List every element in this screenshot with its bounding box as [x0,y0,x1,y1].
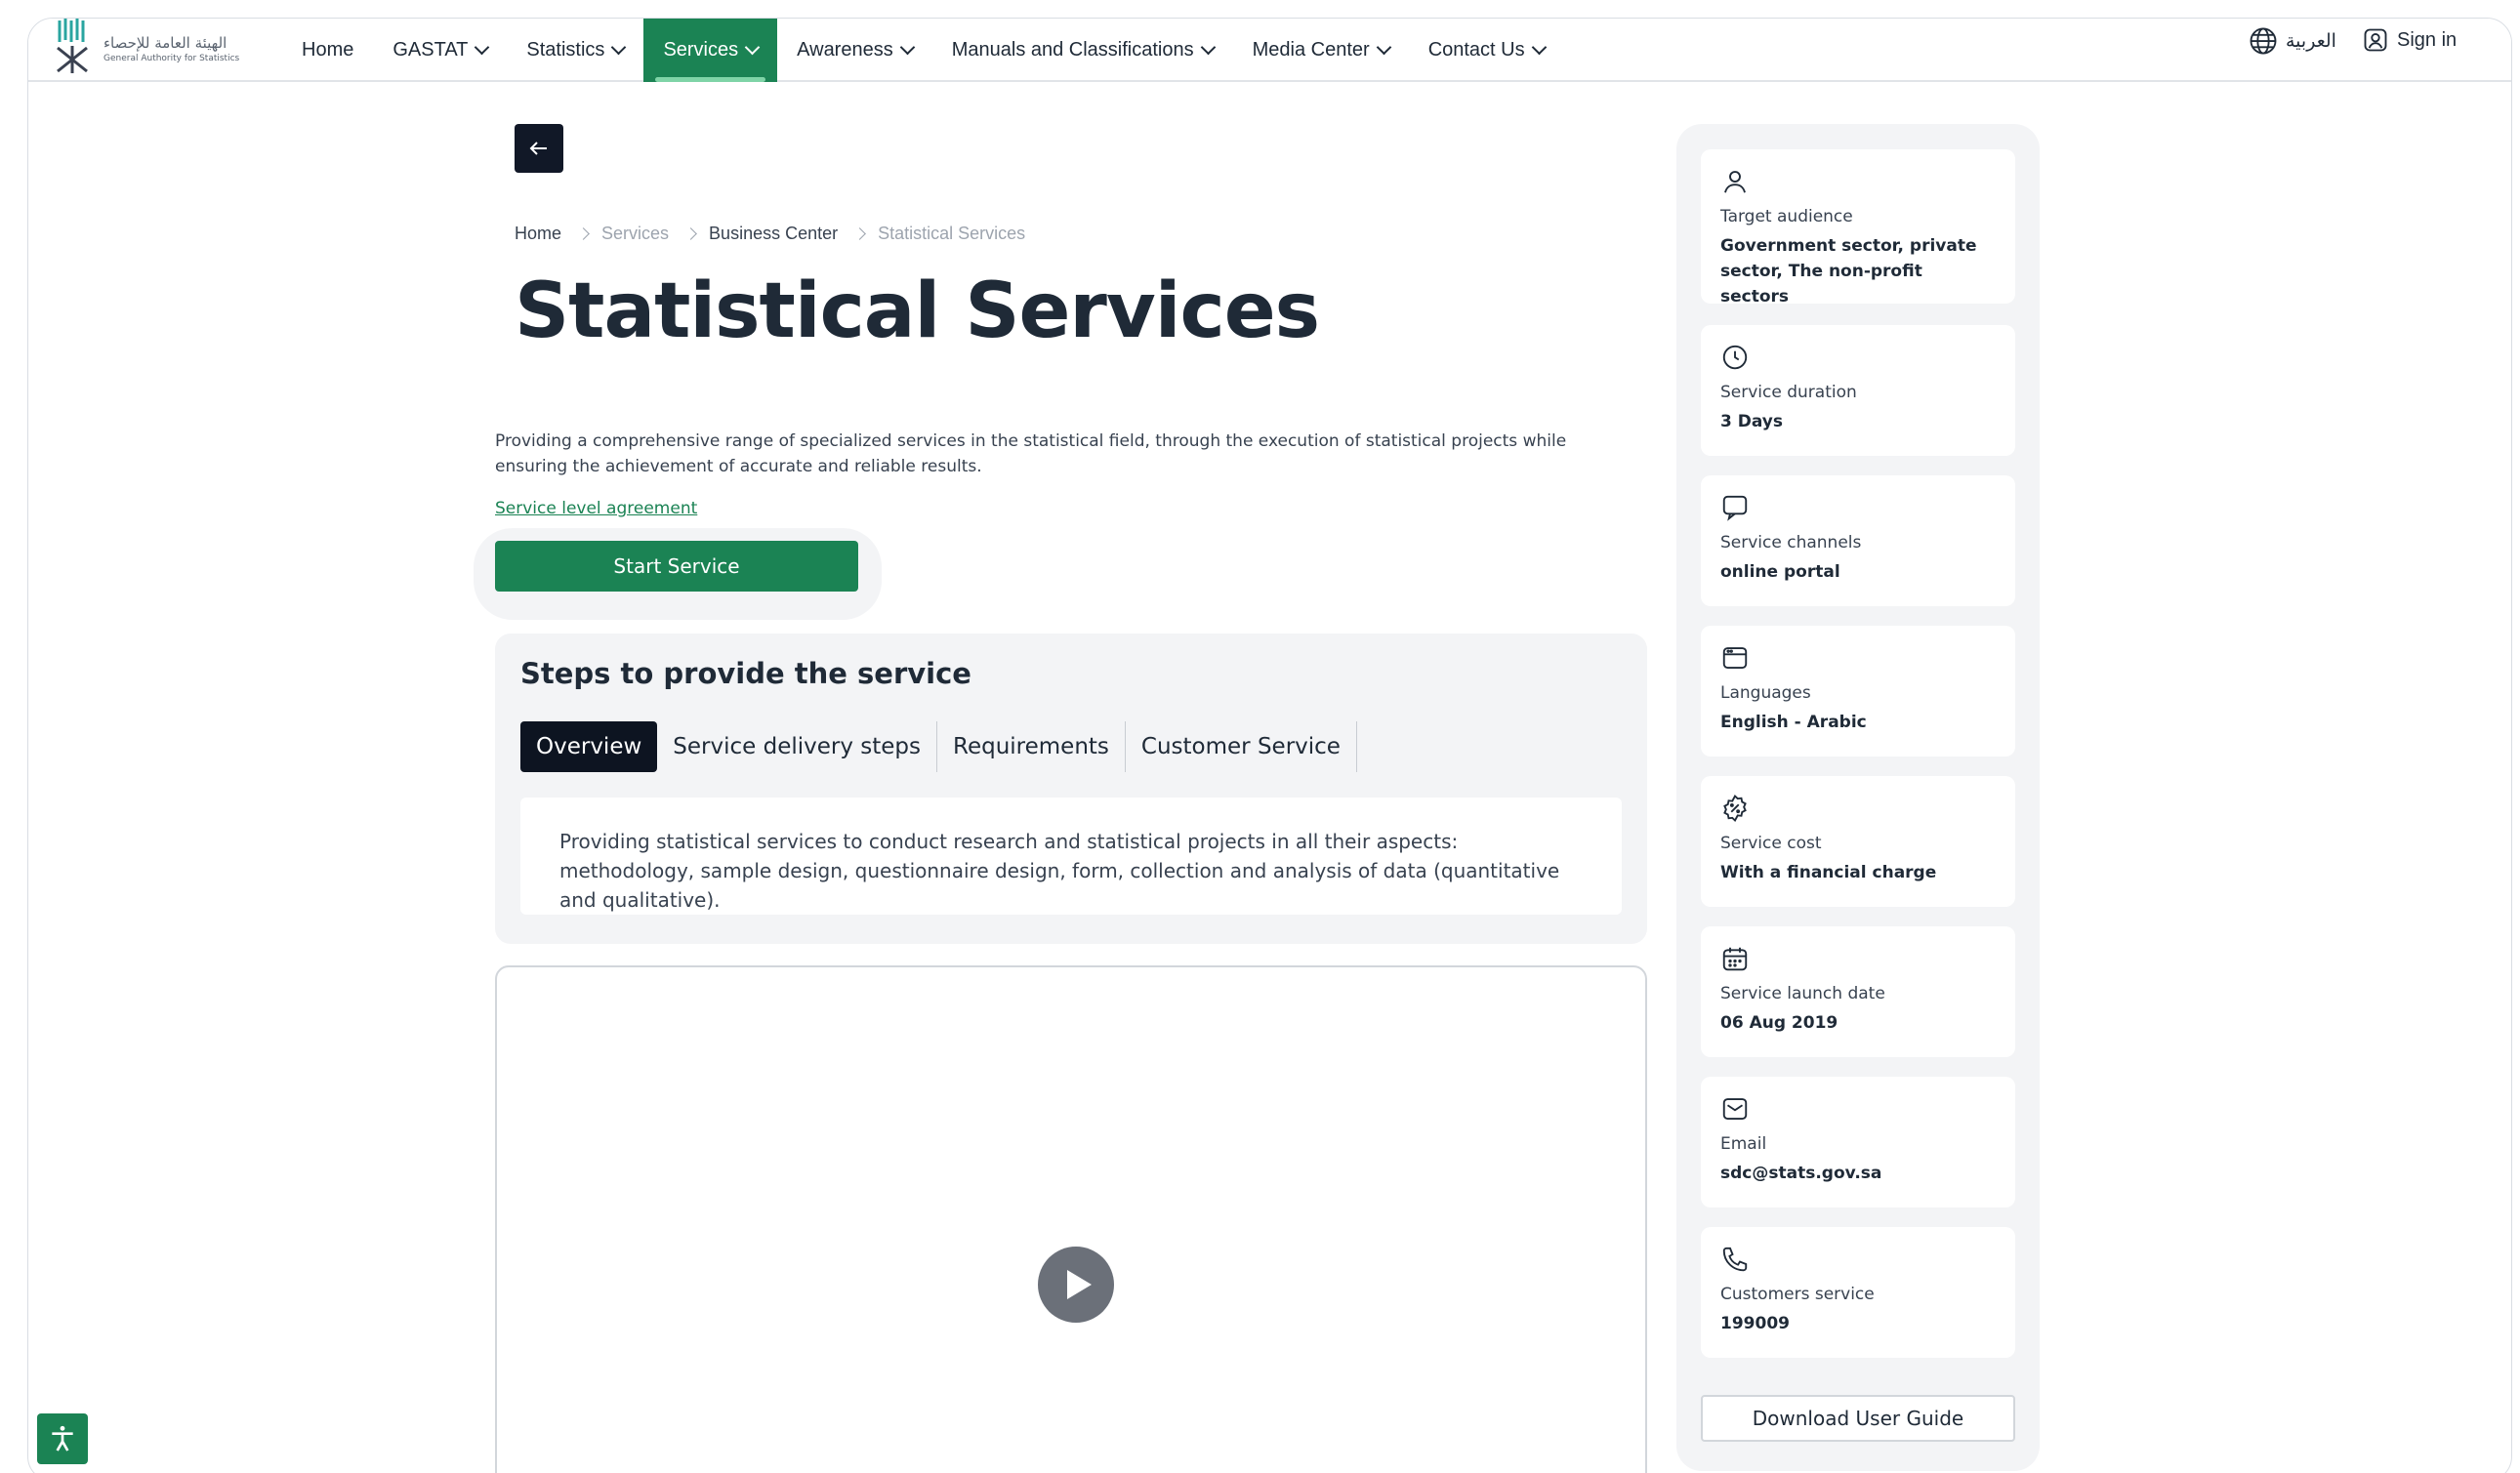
chevron-down-icon [899,39,915,56]
nav-statistics-label: Statistics [526,39,605,61]
info-label: Target audience [1720,207,1853,226]
logo-english-text: General Authority for Statistics [103,54,240,63]
overview-panel: Providing statistical services to conduc… [520,798,1622,915]
service-description: Providing a comprehensive range of speci… [495,431,1567,476]
breadcrumb: Home Services Business Center Statistica… [515,224,1025,244]
badge-percent-icon [1723,794,1747,823]
steps-tabs: Overview Service delivery steps Requirem… [520,721,1357,772]
start-service-button[interactable]: Start Service [495,541,858,592]
logo-mark-icon [57,19,88,73]
language-switch[interactable]: العربية [2249,26,2336,56]
info-label: Service duration [1720,383,1857,402]
logo-arabic-text: الهيئة العامة للإحصاء [103,34,227,52]
info-value[interactable]: sdc@stats.gov.sa [1720,1161,1996,1186]
signin-label: Sign in [2397,28,2458,51]
chat-icon [1722,495,1748,521]
arrow-left-icon [529,142,547,155]
info-value: 06 Aug 2019 [1720,1013,1838,1033]
info-value: Government sector, private sector, The n… [1720,236,1977,307]
nav-manuals[interactable]: Manuals and Classifications [932,19,1233,82]
steps-section: Steps to provide the service Overview Se… [495,634,1647,944]
chevron-down-icon [744,39,761,56]
chevron-down-icon [475,39,490,56]
chevron-right-icon [684,227,697,240]
breadcrumb-home[interactable]: Home [515,224,561,244]
chevron-right-icon [577,227,590,240]
site-header: الهيئة العامة للإحصاء General Authority … [28,19,2511,82]
chevron-down-icon [1531,39,1547,56]
video-player[interactable] [495,965,1647,1473]
nav-gastat[interactable]: GASTAT [373,19,507,82]
nav-awareness-label: Awareness [797,39,893,61]
info-card-service-channels: Service channels online portal [1701,475,2015,606]
nav-awareness[interactable]: Awareness [777,19,932,82]
user-square-icon [2364,28,2387,52]
accessibility-button[interactable] [37,1413,88,1464]
info-label: Customers service [1720,1285,1875,1304]
tab-requirements[interactable]: Requirements [937,721,1126,772]
nav-services[interactable]: Services [643,19,778,82]
breadcrumb-business-center[interactable]: Business Center [709,224,838,244]
nav-media-center[interactable]: Media Center [1233,19,1409,82]
info-value[interactable]: 199009 [1720,1311,1996,1336]
info-label: Email [1720,1134,1767,1154]
info-value: English - Arabic [1720,713,1867,732]
nav-home[interactable]: Home [282,19,373,82]
chevron-right-icon [853,227,866,240]
info-card-email: Email sdc@stats.gov.sa [1701,1077,2015,1207]
nav-media-center-label: Media Center [1252,39,1370,61]
nav-statistics[interactable]: Statistics [507,19,643,82]
mail-icon [1722,1098,1748,1120]
info-label: Service channels [1720,533,1862,552]
play-button[interactable] [1038,1247,1114,1323]
nav-services-label: Services [663,39,739,61]
tab-overview[interactable]: Overview [520,721,658,772]
sla-link[interactable]: Service level agreement [495,499,697,518]
browser-frame: الهيئة العامة للإحصاء General Authority … [27,18,2512,1473]
breadcrumb-current: Statistical Services [878,224,1026,243]
chevron-down-icon [1200,39,1216,56]
tab-customer-service[interactable]: Customer Service [1126,721,1357,772]
gastat-logo[interactable]: الهيئة العامة للإحصاء General Authority … [50,19,255,75]
chevron-down-icon [1376,39,1391,56]
calendar-icon [1722,947,1748,971]
info-value: 3 Days [1720,412,1784,431]
clock-icon [1722,345,1748,370]
nav-contact-us[interactable]: Contact Us [1409,19,1564,82]
steps-title: Steps to provide the service [520,657,971,690]
breadcrumb-services[interactable]: Services [601,224,669,244]
info-card-launch-date: Service launch date 06 Aug 2019 [1701,926,2015,1057]
phone-icon [1722,1247,1748,1272]
info-label: Languages [1720,683,1811,703]
globe-icon [2250,27,2277,55]
page-title: Statistical Services [515,267,1320,355]
info-value: online portal [1720,562,1840,582]
info-label: Service cost [1720,834,1822,853]
info-card-languages: Languages English - Arabic [1701,626,2015,757]
info-value: With a financial charge [1720,863,1937,882]
download-user-guide-button[interactable]: Download User Guide [1701,1395,2015,1442]
chevron-down-icon [611,39,627,56]
browser-icon [1722,647,1748,669]
info-card-customers-service: Customers service 199009 [1701,1227,2015,1358]
service-info-sidebar: Target audience Government sector, priva… [1676,124,2040,1471]
accessibility-icon [52,1425,73,1452]
info-label: Service launch date [1720,984,1885,1003]
language-label: العربية [2286,30,2336,52]
main-nav: Home GASTAT Statistics Services Awarenes… [282,19,1564,82]
info-card-service-duration: Service duration 3 Days [1701,325,2015,456]
nav-home-label: Home [302,39,354,61]
info-card-service-cost: Service cost With a financial charge [1701,776,2015,907]
back-button[interactable] [515,124,563,173]
play-icon [1067,1270,1092,1299]
info-card-target-audience: Target audience Government sector, priva… [1701,149,2015,307]
nav-gastat-label: GASTAT [392,39,469,61]
nav-manuals-label: Manuals and Classifications [951,39,1194,61]
user-icon [1724,171,1746,193]
tab-service-delivery-steps[interactable]: Service delivery steps [657,721,938,772]
signin-button[interactable]: Sign in [2362,26,2457,54]
nav-contact-us-label: Contact Us [1427,39,1525,61]
